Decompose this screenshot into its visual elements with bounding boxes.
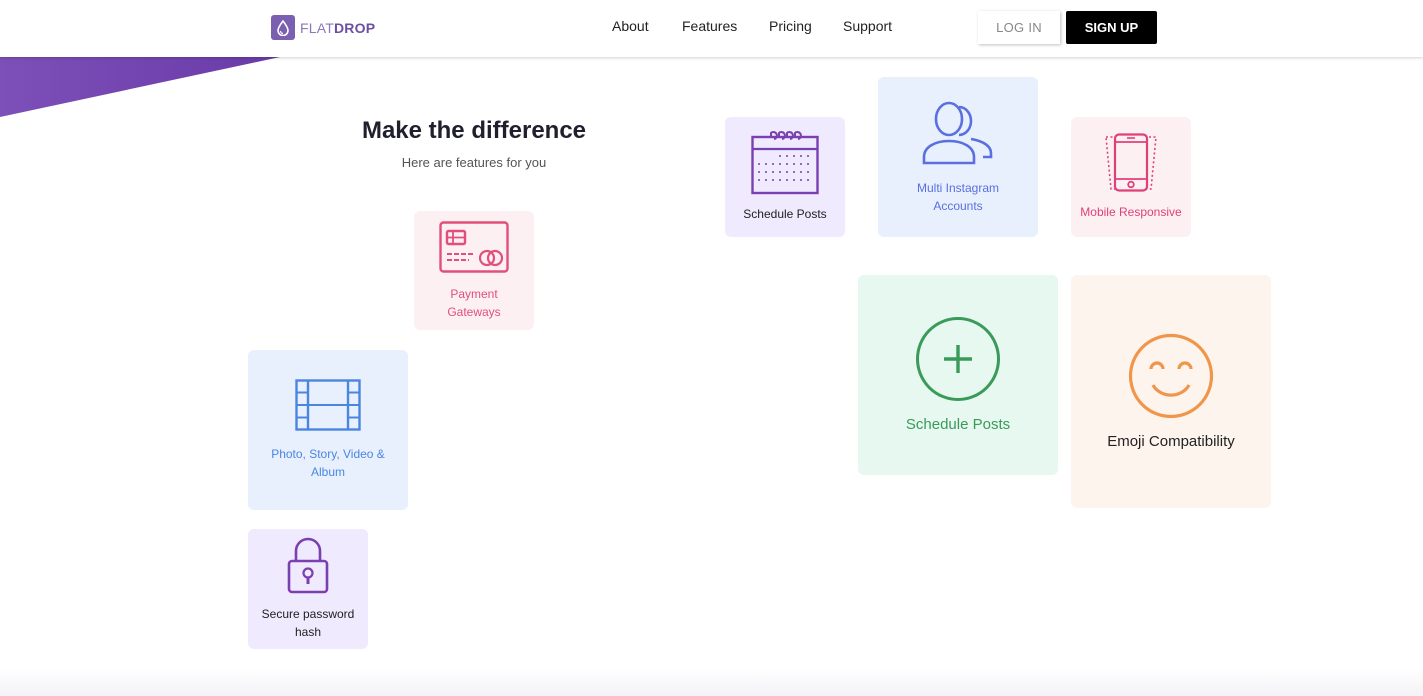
brand-name-flat: FLAT	[300, 19, 334, 36]
feature-card-emoji: Emoji Compatibility	[1071, 275, 1271, 508]
section-title: Make the difference	[361, 117, 587, 144]
signup-button[interactable]: SIGN UP	[1066, 11, 1157, 44]
smartphone-icon	[1105, 133, 1157, 192]
feature-label: Emoji Compatibility	[1107, 432, 1235, 450]
bottom-fade	[0, 668, 1423, 696]
site-header: FLATDROP About Features Pricing Support …	[0, 0, 1423, 57]
nav-about[interactable]: About	[612, 18, 649, 34]
feature-card-multi-accounts: Multi Instagram Accounts	[878, 77, 1038, 237]
feature-label: Multi Instagram Accounts	[916, 181, 1000, 213]
plus-circle-icon	[916, 317, 1000, 401]
lock-icon	[287, 537, 329, 594]
feature-label: Secure password hash	[261, 607, 355, 639]
nav-support[interactable]: Support	[843, 18, 892, 34]
drop-icon	[271, 15, 295, 40]
feature-card-schedule-posts-large: Schedule Posts	[858, 275, 1058, 475]
calendar-icon	[751, 131, 819, 195]
section-subtitle: Here are features for you	[401, 155, 547, 170]
login-button[interactable]: LOG IN	[978, 11, 1060, 44]
nav-pricing[interactable]: Pricing	[769, 18, 812, 34]
feature-label: Schedule Posts	[743, 207, 827, 221]
feature-label: Photo, Story, Video & Album	[271, 447, 385, 479]
nav-features[interactable]: Features	[682, 18, 737, 34]
brand-name-drop: DROP	[334, 19, 376, 36]
feature-card-photo-story-video: Photo, Story, Video & Album	[248, 350, 408, 510]
feature-label: Mobile Responsive	[1080, 205, 1182, 219]
film-icon	[295, 379, 361, 431]
feature-card-payment-gateways: Payment Gateways	[414, 211, 534, 330]
feature-card-schedule-posts-small: Schedule Posts	[725, 117, 845, 237]
feature-card-secure-password: Secure password hash	[248, 529, 368, 649]
feature-card-mobile-responsive: Mobile Responsive	[1071, 117, 1191, 237]
users-icon	[922, 101, 993, 165]
smile-icon	[1128, 333, 1214, 418]
brand-logo[interactable]: FLATDROP	[271, 15, 375, 40]
feature-label: Schedule Posts	[905, 416, 1011, 433]
credit-card-icon	[439, 220, 509, 273]
feature-label: Payment Gateways	[447, 286, 501, 319]
brand-name: FLATDROP	[300, 20, 375, 36]
